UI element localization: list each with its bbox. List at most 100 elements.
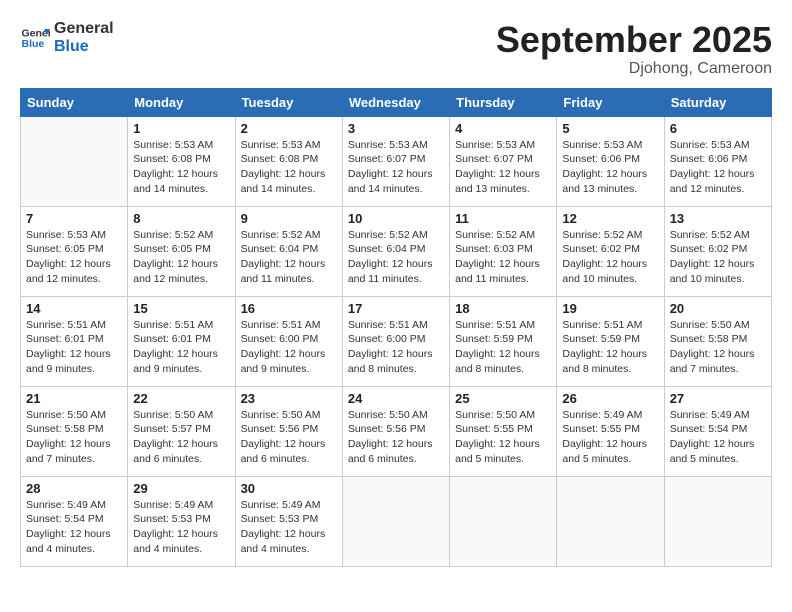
day-header-thursday: Thursday [450,88,557,116]
logo-icon: General Blue [20,23,50,53]
calendar-cell: 2 Sunrise: 5:53 AM Sunset: 6:08 PM Daylig… [235,116,342,206]
calendar-cell: 7 Sunrise: 5:53 AM Sunset: 6:05 PM Daylig… [21,206,128,296]
cell-date: 22 [133,391,229,406]
month-title: September 2025 [496,20,772,60]
calendar-cell: 13Sunrise: 5:52 AM Sunset: 6:02 PM Dayli… [664,206,771,296]
calendar-cell [21,116,128,206]
day-header-tuesday: Tuesday [235,88,342,116]
week-row-5: 28 Sunrise: 5:49 AM Sunset: 5:54 PM Dayli… [21,476,772,566]
calendar-cell [450,476,557,566]
calendar-cell: 14 Sunrise: 5:51 AM Sunset: 6:01 PM Dayli… [21,296,128,386]
calendar-cell: 4 Sunrise: 5:53 AM Sunset: 6:07 PM Daylig… [450,116,557,206]
cell-date: 18 [455,301,551,316]
cell-info: Sunrise: 5:50 AM Sunset: 5:57 PM Dayligh… [133,408,229,467]
calendar-table: SundayMondayTuesdayWednesdayThursdayFrid… [20,88,772,567]
calendar-cell: 29 Sunrise: 5:49 AM Sunset: 5:53 PM Dayli… [128,476,235,566]
svg-text:Blue: Blue [22,38,45,50]
cell-date: 29 [133,481,229,496]
logo-general: General [54,20,114,38]
title-block: September 2025 Djohong, Cameroon [496,20,772,78]
cell-date: 7 [26,211,122,226]
cell-info: Sunrise: 5:51 AM Sunset: 6:00 PM Dayligh… [241,318,337,377]
cell-info: Sunrise: 5:53 AM Sunset: 6:07 PM Dayligh… [455,138,551,197]
cell-info: Sunrise: 5:49 AM Sunset: 5:53 PM Dayligh… [241,498,337,557]
cell-date: 26 [562,391,658,406]
calendar-cell: 15Sunrise: 5:51 AM Sunset: 6:01 PM Dayli… [128,296,235,386]
cell-date: 2 [241,121,337,136]
cell-info: Sunrise: 5:50 AM Sunset: 5:56 PM Dayligh… [348,408,444,467]
cell-date: 21 [26,391,122,406]
cell-info: Sunrise: 5:49 AM Sunset: 5:55 PM Dayligh… [562,408,658,467]
cell-date: 12 [562,211,658,226]
calendar-cell: 3 Sunrise: 5:53 AM Sunset: 6:07 PM Daylig… [342,116,449,206]
cell-date: 9 [241,211,337,226]
calendar-cell: 6Sunrise: 5:53 AM Sunset: 6:06 PM Daylig… [664,116,771,206]
cell-info: Sunrise: 5:51 AM Sunset: 6:01 PM Dayligh… [133,318,229,377]
cell-info: Sunrise: 5:53 AM Sunset: 6:05 PM Dayligh… [26,228,122,287]
cell-info: Sunrise: 5:51 AM Sunset: 5:59 PM Dayligh… [562,318,658,377]
day-header-friday: Friday [557,88,664,116]
cell-date: 4 [455,121,551,136]
cell-date: 3 [348,121,444,136]
calendar-cell: 17 Sunrise: 5:51 AM Sunset: 6:00 PM Dayli… [342,296,449,386]
cell-date: 19 [562,301,658,316]
calendar-cell: 8 Sunrise: 5:52 AM Sunset: 6:05 PM Daylig… [128,206,235,296]
calendar-cell: 22 Sunrise: 5:50 AM Sunset: 5:57 PM Dayli… [128,386,235,476]
cell-date: 24 [348,391,444,406]
cell-date: 16 [241,301,337,316]
cell-date: 25 [455,391,551,406]
cell-info: Sunrise: 5:49 AM Sunset: 5:54 PM Dayligh… [670,408,766,467]
calendar-cell: 16 Sunrise: 5:51 AM Sunset: 6:00 PM Dayli… [235,296,342,386]
cell-info: Sunrise: 5:49 AM Sunset: 5:54 PM Dayligh… [26,498,122,557]
cell-date: 23 [241,391,337,406]
calendar-cell: 26 Sunrise: 5:49 AM Sunset: 5:55 PM Dayli… [557,386,664,476]
calendar-cell: 9 Sunrise: 5:52 AM Sunset: 6:04 PM Daylig… [235,206,342,296]
cell-info: Sunrise: 5:50 AM Sunset: 5:58 PM Dayligh… [670,318,766,377]
cell-info: Sunrise: 5:53 AM Sunset: 6:08 PM Dayligh… [241,138,337,197]
cell-info: Sunrise: 5:51 AM Sunset: 6:00 PM Dayligh… [348,318,444,377]
cell-date: 6 [670,121,766,136]
week-row-3: 14 Sunrise: 5:51 AM Sunset: 6:01 PM Dayli… [21,296,772,386]
day-header-saturday: Saturday [664,88,771,116]
calendar-cell: 23 Sunrise: 5:50 AM Sunset: 5:56 PM Dayli… [235,386,342,476]
cell-date: 17 [348,301,444,316]
calendar-cell [557,476,664,566]
calendar-cell: 5 Sunrise: 5:53 AM Sunset: 6:06 PM Daylig… [557,116,664,206]
cell-date: 8 [133,211,229,226]
cell-info: Sunrise: 5:51 AM Sunset: 6:01 PM Dayligh… [26,318,122,377]
cell-info: Sunrise: 5:50 AM Sunset: 5:56 PM Dayligh… [241,408,337,467]
calendar-cell: 30 Sunrise: 5:49 AM Sunset: 5:53 PM Dayli… [235,476,342,566]
location: Djohong, Cameroon [496,60,772,78]
cell-info: Sunrise: 5:53 AM Sunset: 6:06 PM Dayligh… [562,138,658,197]
calendar-cell [342,476,449,566]
cell-info: Sunrise: 5:53 AM Sunset: 6:08 PM Dayligh… [133,138,229,197]
day-header-monday: Monday [128,88,235,116]
cell-info: Sunrise: 5:49 AM Sunset: 5:53 PM Dayligh… [133,498,229,557]
week-row-2: 7 Sunrise: 5:53 AM Sunset: 6:05 PM Daylig… [21,206,772,296]
calendar-cell: 28 Sunrise: 5:49 AM Sunset: 5:54 PM Dayli… [21,476,128,566]
days-header-row: SundayMondayTuesdayWednesdayThursdayFrid… [21,88,772,116]
cell-date: 14 [26,301,122,316]
calendar-cell: 1 Sunrise: 5:53 AM Sunset: 6:08 PM Daylig… [128,116,235,206]
logo-blue: Blue [54,38,114,56]
cell-info: Sunrise: 5:52 AM Sunset: 6:03 PM Dayligh… [455,228,551,287]
cell-info: Sunrise: 5:50 AM Sunset: 5:55 PM Dayligh… [455,408,551,467]
cell-date: 20 [670,301,766,316]
page-header: General Blue General Blue September 2025… [20,20,772,78]
week-row-4: 21Sunrise: 5:50 AM Sunset: 5:58 PM Dayli… [21,386,772,476]
calendar-cell: 24 Sunrise: 5:50 AM Sunset: 5:56 PM Dayli… [342,386,449,476]
cell-info: Sunrise: 5:53 AM Sunset: 6:07 PM Dayligh… [348,138,444,197]
cell-info: Sunrise: 5:52 AM Sunset: 6:02 PM Dayligh… [562,228,658,287]
cell-info: Sunrise: 5:52 AM Sunset: 6:04 PM Dayligh… [348,228,444,287]
day-header-wednesday: Wednesday [342,88,449,116]
cell-info: Sunrise: 5:52 AM Sunset: 6:05 PM Dayligh… [133,228,229,287]
cell-date: 28 [26,481,122,496]
cell-date: 10 [348,211,444,226]
cell-date: 30 [241,481,337,496]
cell-date: 1 [133,121,229,136]
cell-info: Sunrise: 5:52 AM Sunset: 6:04 PM Dayligh… [241,228,337,287]
calendar-cell: 19 Sunrise: 5:51 AM Sunset: 5:59 PM Dayli… [557,296,664,386]
calendar-cell: 21Sunrise: 5:50 AM Sunset: 5:58 PM Dayli… [21,386,128,476]
calendar-cell [664,476,771,566]
cell-date: 5 [562,121,658,136]
